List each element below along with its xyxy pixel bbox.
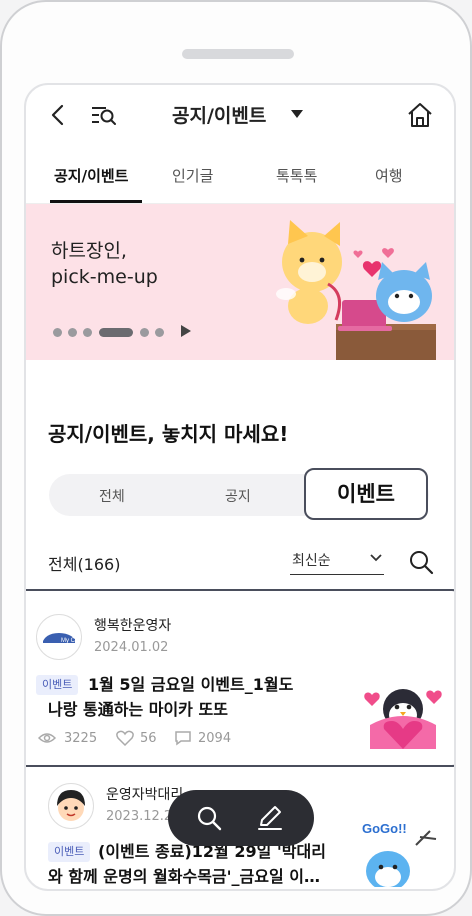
post-author: 운영자박대리 (106, 787, 184, 803)
category-tabs: 공지/이벤트 인기글 톡톡톡 여행 (26, 147, 454, 204)
play-icon[interactable] (180, 324, 192, 338)
gogo-text: GoGo!! (362, 821, 407, 836)
gogo-character-thumbnail[interactable]: GoGo!! (360, 815, 442, 887)
sort-dropdown[interactable]: 최신순 (290, 548, 384, 575)
penguin-hearts-thumbnail[interactable] (362, 679, 444, 751)
avatar[interactable] (48, 783, 94, 829)
home-icon[interactable] (406, 101, 434, 129)
tab-talktalk[interactable]: 톡톡톡 (276, 165, 317, 186)
pencil-write-icon[interactable] (256, 804, 284, 832)
mycar-logo-text: My Car (61, 638, 80, 644)
section-heading: 공지/이벤트, 놓치지 마세요! (48, 422, 289, 446)
top-header: 공지/이벤트 (26, 85, 454, 147)
search-icon[interactable] (196, 805, 222, 831)
post-title-line2[interactable]: 나랑 통通하는 마이카 또또 (48, 697, 228, 723)
event-badge: 이벤트 (36, 675, 79, 695)
segment-notice[interactable]: 공지 (225, 486, 251, 506)
post-author: 행복한운영자 (94, 618, 172, 634)
views-count: 3225 (64, 731, 98, 746)
tab-travel[interactable]: 여행 (375, 165, 403, 186)
event-badge: 이벤트 (48, 842, 91, 862)
phone-frame: 공지/이벤트 공지/이벤트 인기글 톡톡톡 여행 하트장인, pick-me-u… (0, 0, 472, 916)
likes-count: 56 (140, 731, 157, 746)
page-title[interactable]: 공지/이벤트 (172, 101, 266, 128)
avatar[interactable]: My Car (36, 614, 82, 660)
heart-icon (116, 730, 134, 746)
pager-dot[interactable] (140, 328, 149, 337)
tab-notice-event[interactable]: 공지/이벤트 (54, 165, 128, 186)
menu-search-icon[interactable] (90, 103, 118, 127)
segment-all[interactable]: 전체 (99, 486, 125, 506)
comments-count: 2094 (198, 731, 232, 746)
pager-dot[interactable] (83, 328, 92, 337)
app-screen: 공지/이벤트 공지/이벤트 인기글 톡톡톡 여행 하트장인, pick-me-u… (24, 83, 456, 891)
pager-dot[interactable] (53, 328, 62, 337)
views-eye-icon (38, 733, 56, 743)
caret-down-icon[interactable] (290, 109, 304, 119)
character-avatar-icon (57, 790, 85, 821)
post-date: 2024.01.02 (94, 640, 169, 655)
floating-action-bar (168, 790, 314, 846)
segment-event[interactable]: 이벤트 (304, 468, 428, 520)
phone-speaker (182, 49, 294, 59)
pager-dot[interactable] (68, 328, 77, 337)
pager-dot[interactable] (155, 328, 164, 337)
banner-subline: pick-me-up (51, 266, 158, 288)
search-icon[interactable] (408, 549, 434, 575)
mycar-logo-icon: My Car (43, 633, 80, 644)
sort-label: 최신순 (292, 553, 331, 569)
active-tab-indicator (50, 200, 142, 203)
post-date: 2023.12.2 (106, 809, 173, 824)
back-arrow-icon[interactable] (48, 103, 68, 127)
post-title-line1[interactable]: 1월 5일 금요일 이벤트_1월도 (88, 672, 293, 698)
comment-icon (175, 731, 191, 746)
post-count: 전체(166) (48, 555, 121, 574)
chevron-down-icon (370, 554, 382, 562)
promo-banner[interactable]: 하트장인, pick-me-up (26, 204, 454, 360)
banner-character-illustration (276, 220, 436, 360)
post-title-line2[interactable]: 와 함께 운명의 월화수목금'_금요일 이… (48, 864, 320, 889)
banner-headline: 하트장인, (51, 240, 127, 262)
tab-popular[interactable]: 인기글 (172, 165, 213, 186)
pager-active[interactable] (99, 328, 133, 337)
